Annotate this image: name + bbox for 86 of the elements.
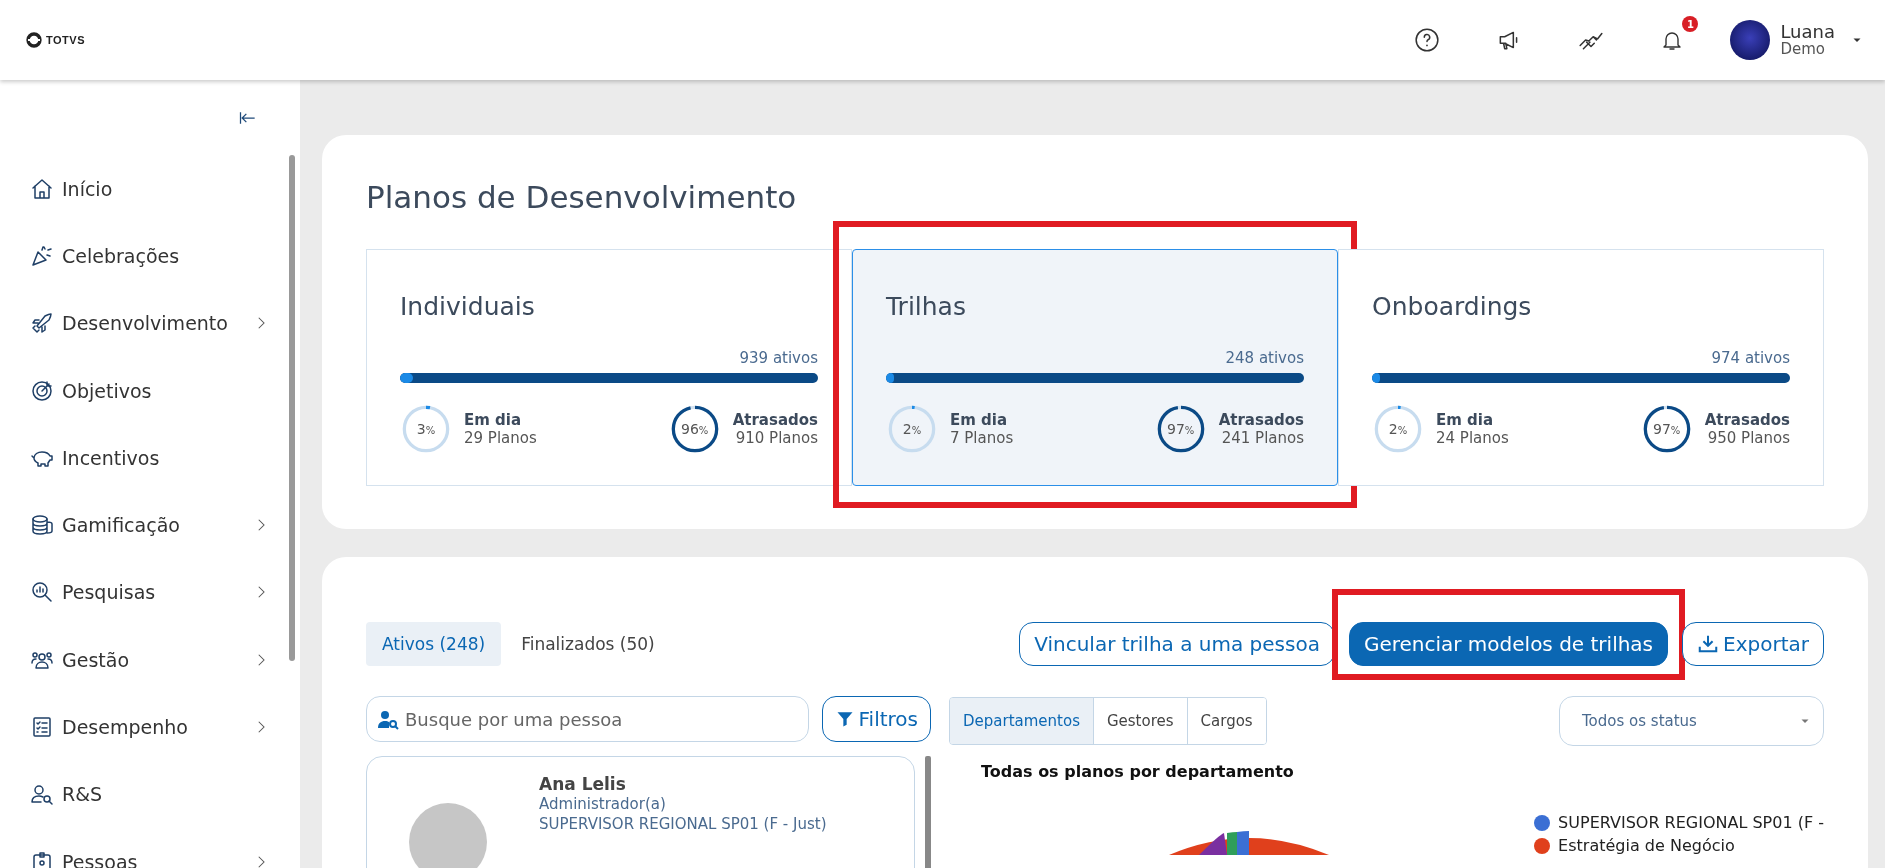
notification-badge: 1	[1682, 16, 1699, 32]
sidebar-item[interactable]: Pesquisas	[0, 558, 300, 627]
active-count: 974 ativos	[1710, 349, 1790, 367]
party-popper-icon	[30, 243, 54, 268]
stat-count: 29 Planos	[464, 429, 537, 447]
percent-value: 96%	[681, 421, 709, 437]
sidebar-item-label: Pessoas	[62, 850, 139, 868]
user-subtitle: Demo	[1780, 41, 1826, 58]
sidebar-item-label: Desenvolvimento	[62, 312, 229, 335]
person-name: Ana Lelis	[539, 773, 627, 796]
person-role: Administrador(a)	[539, 795, 667, 815]
percent-value: 2%	[1388, 421, 1408, 437]
stat-label: Em dia	[1436, 411, 1495, 429]
sidebar-item-label: R&S	[62, 783, 104, 806]
sidebar-item[interactable]: Início	[0, 155, 300, 223]
filters-button[interactable]: Filtros	[821, 696, 931, 742]
sidebar-item-label: Gamificação	[62, 514, 181, 537]
percent-value: 97%	[1167, 421, 1195, 437]
legend-label: Estratégia de Negócio	[1558, 836, 1735, 855]
sidebar-item[interactable]: Celebrações	[0, 222, 300, 290]
download-icon	[1697, 633, 1720, 655]
sidebar-item-label: Desempenho	[62, 716, 189, 738]
person-position: SUPERVISOR REGIONAL SP01 (F - Just)	[539, 814, 827, 835]
status-dropdown[interactable]: Todos os status	[1559, 696, 1824, 746]
scrollbar[interactable]	[925, 756, 931, 868]
logo-icon	[26, 32, 42, 48]
card-title: Trilhas	[886, 292, 967, 321]
sidebar-item-label: Gestão	[62, 648, 131, 671]
avatar[interactable]	[1730, 20, 1771, 60]
sidebar-item-label: Objetivos	[62, 379, 153, 402]
stat-count: 241 Planos	[1221, 429, 1304, 447]
sidebar-item[interactable]: Objetivos	[0, 356, 300, 425]
card-title: Individuais	[400, 292, 536, 321]
sidebar-item-label: Incentivos	[62, 446, 161, 469]
stat-count: 950 Planos	[1707, 429, 1790, 447]
checklist-icon	[30, 715, 54, 739]
search-field[interactable]: Busque por uma pessoa	[366, 696, 809, 742]
export-button[interactable]: Exportar	[1682, 622, 1824, 666]
target-icon	[30, 378, 54, 403]
sidebar-item[interactable]: Desempenho	[0, 693, 300, 761]
sidebar-item[interactable]: Pessoas	[0, 827, 300, 868]
sidebar-item[interactable]: Desenvolvimento	[0, 289, 300, 357]
user-name: Luana	[1780, 22, 1835, 42]
active-count: 248 ativos	[1224, 349, 1304, 367]
plan-card[interactable]: Onboardings 974 ativos 2% Em dia 24 Planos 97% Atrasados 950 Planos	[1338, 249, 1824, 486]
sidebar-item-label: Celebrações	[62, 244, 181, 267]
stat-label: Atrasados	[732, 411, 818, 429]
tab[interactable]: Finalizados (50)	[505, 622, 671, 666]
percent-value: 2%	[902, 421, 922, 437]
percent-value: 97%	[1653, 421, 1681, 437]
stat-label: Atrasados	[1704, 411, 1790, 429]
rocket-icon	[30, 311, 54, 336]
stat-count: 910 Planos	[735, 429, 818, 447]
sidebar-item[interactable]: Gamificação	[0, 491, 300, 559]
plan-card[interactable]: Individuais 939 ativos 3% Em dia 29 Planos 96% Atrasados 910 Planos	[366, 249, 852, 486]
home-icon	[30, 176, 54, 201]
plan-card[interactable]: Trilhas 248 ativos 2% Em dia 7 Planos 97% Atrasados 241 Planos	[852, 249, 1338, 486]
stat-count: 7 Planos	[950, 429, 1014, 447]
logo-text: TOTVS	[46, 34, 85, 46]
card-title: Onboardings	[1372, 292, 1533, 321]
coin-stack-icon	[30, 513, 54, 538]
manage-templates-button[interactable]: Gerenciar modelos de trilhas	[1348, 622, 1669, 666]
tab[interactable]: Ativos (248)	[366, 622, 502, 666]
active-count: 939 ativos	[738, 349, 818, 367]
page-title: Planos de Desenvolvimento	[366, 179, 798, 215]
chart-search-icon	[30, 580, 54, 605]
help-icon	[1414, 27, 1441, 53]
scrollbar[interactable]	[289, 155, 295, 661]
sidebar-item[interactable]: Gestão	[0, 626, 300, 694]
stat-label: Em dia	[950, 411, 1009, 429]
sidebar-item-label: Início	[62, 177, 114, 200]
person-card[interactable]: Ana Lelis Administrador(a) SUPERVISOR REGIONAL SP01 (F - Just)	[366, 756, 915, 868]
stat-count: 24 Planos	[1436, 429, 1509, 447]
percent-value: 3%	[416, 421, 436, 437]
chart-title: Todas os planos por departamento	[981, 762, 1295, 781]
sidebar-item[interactable]: R&S	[0, 760, 300, 828]
sidebar-item-label: Pesquisas	[62, 581, 157, 604]
sidebar-item[interactable]: Incentivos	[0, 424, 300, 492]
id-badge-icon	[30, 849, 54, 868]
stat-label: Atrasados	[1218, 411, 1304, 429]
view-toggle[interactable]: Cargos	[1186, 698, 1266, 744]
legend-label: SUPERVISOR REGIONAL SP01 (F -	[1558, 813, 1824, 832]
link-trail-button[interactable]: Vincular trilha a uma pessoa	[1019, 622, 1335, 666]
view-toggle[interactable]: Departamentos	[950, 698, 1093, 744]
stat-label: Em dia	[464, 411, 523, 429]
person-search-icon	[30, 782, 54, 807]
